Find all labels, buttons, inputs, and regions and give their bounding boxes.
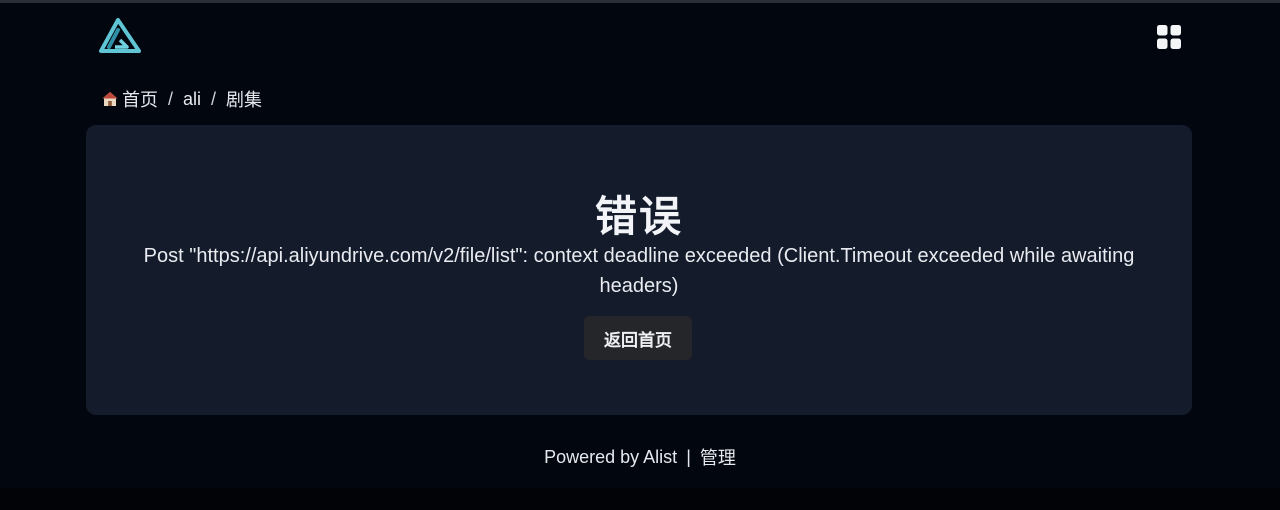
breadcrumb-separator: / [211,88,217,109]
breadcrumb-home[interactable]: 首页 [122,86,158,112]
breadcrumb: 首页 / ali / 剧集 [101,86,262,112]
grid-apps-icon[interactable] [1155,23,1183,51]
breadcrumb-ali[interactable]: ali [183,89,201,110]
powered-by-text: Powered by Alist [544,446,678,467]
breadcrumb-separator: / [168,88,174,109]
breadcrumb-current-folder[interactable]: 剧集 [226,86,262,112]
footer-divider: | [686,446,691,467]
footer: Powered by Alist | 管理 [0,444,1280,470]
error-message: Post "https://api.aliyundrive.com/v2/fil… [143,245,1135,297]
header [0,3,1280,69]
back-home-button[interactable]: 返回首页 [584,316,692,360]
bottom-band [0,488,1280,510]
manage-link[interactable]: 管理 [700,444,736,470]
house-icon [102,92,118,106]
error-card: 错误 Post "https://api.aliyundrive.com/v2/… [86,125,1192,415]
error-title: 错误 [594,193,683,240]
alist-logo-icon[interactable] [98,17,142,55]
